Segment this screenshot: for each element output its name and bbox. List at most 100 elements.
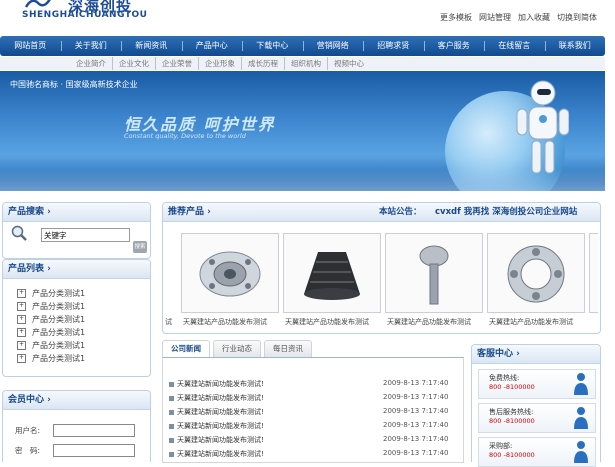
news-item[interactable]: 天翼建站新闻功能发布测试! 2009-8-13 7:17:40 (169, 379, 457, 389)
subnav-item-video[interactable]: 视频中心 (328, 57, 370, 70)
category-item[interactable]: + 产品分类测试1 (17, 288, 85, 299)
news-title: 天翼建站新闻功能发布测试! (177, 408, 264, 416)
add-favorite-link[interactable]: 加入收藏 (518, 12, 550, 23)
more-templates-link[interactable]: 更多模板 (440, 12, 472, 23)
search-input[interactable] (41, 228, 130, 242)
product-search-title: 产品搜索 › (3, 203, 150, 222)
category-item[interactable]: + 产品分类测试1 (17, 340, 85, 351)
product-image-bearing[interactable] (487, 233, 585, 313)
service-aftersales-card[interactable]: 售后服务热线: 800 -8100000 (478, 403, 596, 433)
subnav-item-honors[interactable]: 企业荣誉 (156, 57, 199, 70)
news-item[interactable]: 天翼建站新闻功能发布测试! 2009-8-13 7:17:40 (169, 407, 457, 417)
logo[interactable]: 深海创投 SHENGHAICHUANGTOU (10, 0, 147, 25)
product-search-title-text: 产品搜索 (8, 207, 45, 217)
category-label: 产品分类测试1 (32, 328, 86, 337)
subnav-item-history[interactable]: 成长历程 (242, 57, 285, 70)
tab-daily-news[interactable]: 每日资讯 (264, 340, 312, 357)
expand-icon: + (17, 302, 26, 311)
ring-bearing-icon (507, 245, 565, 303)
subnav-item-organization[interactable]: 组织机构 (285, 57, 328, 70)
category-item[interactable]: + 产品分类测试1 (17, 314, 85, 325)
category-label: 产品分类测试1 (32, 354, 86, 363)
nav-item-jobs[interactable]: 招聘求贤 (363, 36, 424, 56)
hub-bearing-icon (199, 251, 261, 297)
bullet-icon (169, 437, 174, 443)
category-label: 产品分类测试1 (32, 341, 86, 350)
category-item[interactable]: + 产品分类测试1 (17, 353, 85, 364)
bullet-icon (169, 381, 174, 387)
logo-english-name: SHENGHAICHUANGTOU (22, 10, 148, 20)
expand-icon: + (17, 354, 26, 363)
banner-tagline: 中国驰名商标 · 国家级高新技术企业 (10, 80, 138, 89)
site-admin-link[interactable]: 网站管理 (479, 12, 511, 23)
top-links: 更多模板 网站管理 加入收藏 切换到简体 (440, 12, 597, 23)
tab-company-news[interactable]: 公司新闻 (162, 340, 210, 357)
product-image-cv-joint[interactable] (385, 233, 483, 313)
news-item[interactable]: 天翼建站新闻功能发布测试! 2009-8-13 7:17:40 (169, 449, 457, 459)
news-title: 天翼建站新闻功能发布测试! (177, 394, 264, 402)
recommended-products-panel: 推荐产品 › 本站公告： cvxdf 我再找 深海创投公司企业网站 试 天翼建站… (162, 202, 601, 334)
news-date: 2009-8-13 7:17:40 (383, 407, 449, 415)
bullet-icon (169, 409, 174, 415)
nav-item-home[interactable]: 网站首页 (0, 36, 61, 56)
category-item[interactable]: + 产品分类测试1 (17, 301, 85, 312)
search-button[interactable]: 搜索 (133, 241, 147, 253)
service-person-icon (574, 373, 588, 395)
service-phone: 800 -8100000 (489, 417, 535, 425)
service-phone: 800 -8100000 (489, 451, 535, 459)
subnav-item-image[interactable]: 企业形象 (199, 57, 242, 70)
tab-industry-news[interactable]: 行业动态 (213, 340, 261, 357)
magnifier-icon (11, 225, 27, 241)
customer-service-panel: 客服中心 › 免费热线: 800 -8100000 售后服务热线: 800 -8… (471, 344, 601, 467)
nav-item-message[interactable]: 在线留言 (484, 36, 545, 56)
nav-item-service[interactable]: 客户服务 (423, 36, 485, 56)
notice-marquee[interactable]: cvxdf 我再找 深海创投公司企业网站 (435, 203, 577, 221)
hero-banner: 中国驰名商标 · 国家级高新技术企业 恒久品质 呵护世界 Constant qu… (0, 71, 605, 191)
header: 深海创投 SHENGHAICHUANGTOU 更多模板 网站管理 加入收藏 切换… (0, 0, 615, 34)
username-input[interactable] (53, 424, 135, 437)
subnav-item-profile[interactable]: 企业简介 (70, 57, 113, 70)
service-label: 售后服务热线: (489, 408, 534, 416)
category-item[interactable]: + 产品分类测试1 (17, 327, 85, 338)
service-person-icon (574, 441, 588, 463)
password-label: 密 码: (15, 446, 41, 455)
switch-language-link[interactable]: 切换到简体 (557, 12, 597, 23)
product-image-hub[interactable] (181, 233, 279, 313)
service-purchasing-card[interactable]: 采购部: 800 -8100000 (478, 437, 596, 467)
member-center-panel: 会员中心 › 用户名: 密 码: (2, 390, 151, 462)
nav-item-about[interactable]: 关于我们 (60, 36, 122, 56)
nav-item-network[interactable]: 营销网络 (302, 36, 364, 56)
news-item[interactable]: 天翼建站新闻功能发布测试! 2009-8-13 7:17:40 (169, 435, 457, 445)
bullet-icon (169, 423, 174, 429)
news-item[interactable]: 天翼建站新闻功能发布测试! 2009-8-13 7:17:40 (169, 421, 457, 431)
customer-service-title-text: 客服中心 (477, 349, 514, 359)
main-nav: 网站首页 关于我们 新闻资讯 产品中心 下载中心 营销网络 招聘求贤 客户服务 … (0, 36, 605, 56)
nav-item-products[interactable]: 产品中心 (181, 36, 243, 56)
product-caption[interactable]: 天翼建站产品功能发布测试 (285, 317, 369, 327)
product-list-title-text: 产品列表 (8, 264, 45, 274)
news-date: 2009-8-13 7:17:40 (383, 449, 449, 457)
expand-icon: + (17, 341, 26, 350)
expand-icon: + (17, 289, 26, 298)
nav-item-downloads[interactable]: 下载中心 (242, 36, 303, 56)
product-image-boot[interactable] (283, 233, 381, 313)
news-title: 天翼建站新闻功能发布测试! (177, 422, 264, 430)
password-input[interactable] (53, 444, 135, 457)
product-search-panel: 产品搜索 › 搜索 (2, 202, 151, 259)
subnav-item-culture[interactable]: 企业文化 (113, 57, 156, 70)
news-item[interactable]: 天翼建站新闻功能发布测试! 2009-8-13 7:17:40 (169, 393, 457, 403)
category-label: 产品分类测试1 (32, 302, 86, 311)
service-hotline-card[interactable]: 免费热线: 800 -8100000 (478, 369, 596, 399)
nav-item-news[interactable]: 新闻资讯 (121, 36, 182, 56)
service-label: 免费热线: (489, 374, 520, 382)
product-caption[interactable]: 天翼建站产品功能发布测试 (387, 317, 471, 327)
news-title: 天翼建站新闻功能发布测试! (177, 450, 264, 458)
product-caption[interactable]: 天翼建站产品功能发布测试 (489, 317, 573, 327)
product-caption[interactable]: 天翼建站产品功能发布测试 (183, 317, 267, 327)
news-tabs: 公司新闻 行业动态 每日资讯 (162, 340, 315, 357)
nav-item-contact[interactable]: 联系我们 (544, 36, 606, 56)
service-label: 采购部: (489, 442, 513, 450)
service-phone: 800 -8100000 (489, 383, 535, 391)
news-date: 2009-8-13 7:17:40 (383, 435, 449, 443)
bullet-icon (169, 395, 174, 401)
